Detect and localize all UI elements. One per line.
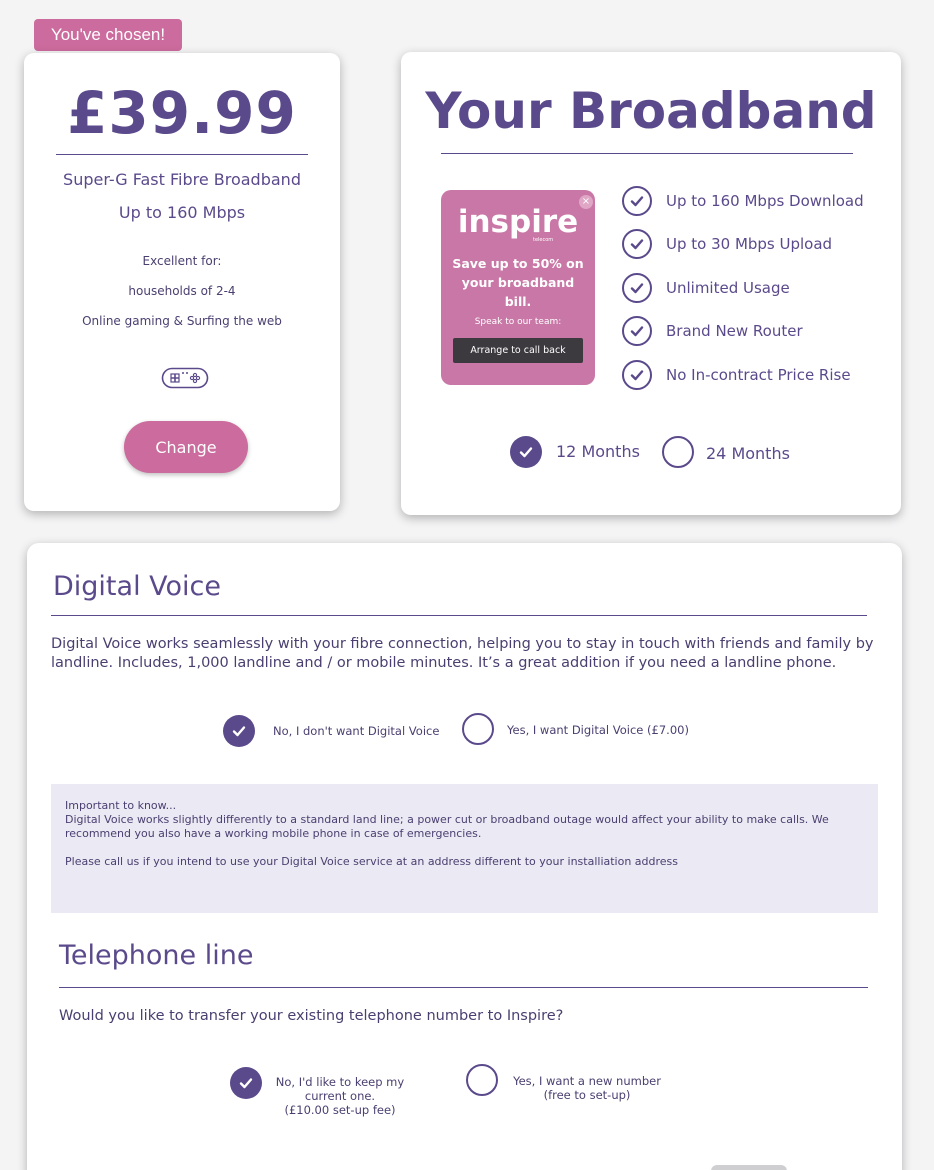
keep-number-label[interactable]: No, I'd like to keep my current one. (£1… [275, 1075, 405, 1117]
new-number-line-2: (free to set-up) [543, 1088, 631, 1102]
promo-headline: Save up to 50% on your broadband bill. [452, 256, 584, 309]
feature-label: No In-contract Price Rise [666, 366, 851, 384]
check-icon [519, 447, 533, 458]
divider [56, 154, 308, 155]
feature-label: Up to 30 Mbps Upload [666, 235, 833, 253]
arrange-callback-button[interactable]: Arrange to call back [453, 338, 583, 363]
keep-number-radio[interactable] [230, 1067, 262, 1099]
use-case-households: households of 2-4 [128, 284, 236, 298]
use-case-gaming: Online gaming & Surfing the web [82, 314, 282, 328]
check-circle-icon [622, 316, 652, 346]
divider [59, 987, 868, 988]
term-12-label[interactable]: 12 Months [556, 442, 640, 461]
term-24-radio[interactable] [662, 436, 694, 468]
package-name: Super-G Fast Fibre Broadband [63, 170, 301, 189]
digital-voice-no-label[interactable]: No, I don't want Digital Voice [273, 724, 439, 738]
digital-voice-description: Digital Voice works seamlessly with your… [51, 636, 874, 671]
addons-card: Digital Voice Digital Voice works seamle… [27, 543, 902, 1170]
keep-number-line-3: (£10.00 set-up fee) [284, 1103, 396, 1117]
check-circle-icon [622, 360, 652, 390]
feature-item: Up to 30 Mbps Upload [622, 229, 832, 259]
telephone-line-title: Telephone line [59, 940, 254, 971]
feature-item: No In-contract Price Rise [622, 360, 851, 390]
keep-number-line-1: No, I'd like to keep my [275, 1075, 405, 1089]
check-circle-icon [622, 229, 652, 259]
promo-popup: × inspire telecom Save up to 50% on your… [441, 190, 595, 385]
digital-voice-title: Digital Voice [53, 571, 221, 602]
inspire-logo: inspire [457, 204, 579, 240]
notice-body: Digital Voice works slightly differently… [65, 813, 829, 840]
notice-heading: Important to know... [65, 799, 177, 812]
chosen-badge: You've chosen! [34, 19, 182, 51]
feature-item: Brand New Router [622, 316, 803, 346]
excellent-for-label: Excellent for: [142, 254, 222, 268]
package-card: £39.99 Super-G Fast Fibre Broadband Up t… [24, 53, 340, 511]
check-icon [239, 1078, 253, 1089]
gamepad-icon [161, 367, 209, 389]
feature-item: Unlimited Usage [622, 273, 790, 303]
digital-voice-no-radio[interactable] [223, 715, 255, 747]
inspire-logo-sub: telecom [533, 237, 554, 243]
feature-item: Up to 160 Mbps Download [622, 186, 864, 216]
check-icon [232, 726, 246, 737]
digital-voice-yes-label[interactable]: Yes, I want Digital Voice (£7.00) [507, 723, 689, 737]
package-speed: Up to 160 Mbps [118, 203, 246, 222]
telephone-question: Would you like to transfer your existing… [59, 1008, 564, 1024]
feature-label: Unlimited Usage [666, 279, 790, 297]
broadband-card: Your Broadband × inspire telecom Save up… [401, 52, 901, 515]
keep-number-line-2: current one. [304, 1089, 376, 1103]
feature-label: Up to 160 Mbps Download [666, 192, 864, 210]
feature-label: Brand New Router [666, 322, 803, 340]
change-button[interactable]: Change [124, 421, 248, 473]
notice-address: Please call us if you intend to use your… [65, 855, 679, 868]
term-24-label[interactable]: 24 Months [706, 444, 790, 463]
new-number-radio[interactable] [466, 1064, 498, 1096]
check-circle-icon [622, 273, 652, 303]
digital-voice-yes-radio[interactable] [462, 713, 494, 745]
broadband-title: Your Broadband [425, 82, 877, 140]
term-12-radio[interactable] [510, 436, 542, 468]
divider [441, 153, 853, 154]
package-price: £39.99 [67, 79, 297, 147]
check-circle-icon [622, 186, 652, 216]
important-notice: Important to know... Digital Voice works… [51, 784, 878, 913]
divider [51, 615, 867, 616]
new-number-line-1: Yes, I want a new number [513, 1074, 661, 1088]
promo-subtext: Speak to our team: [474, 317, 562, 327]
continue-button[interactable] [711, 1165, 787, 1170]
new-number-label[interactable]: Yes, I want a new number (free to set-up… [507, 1074, 667, 1102]
